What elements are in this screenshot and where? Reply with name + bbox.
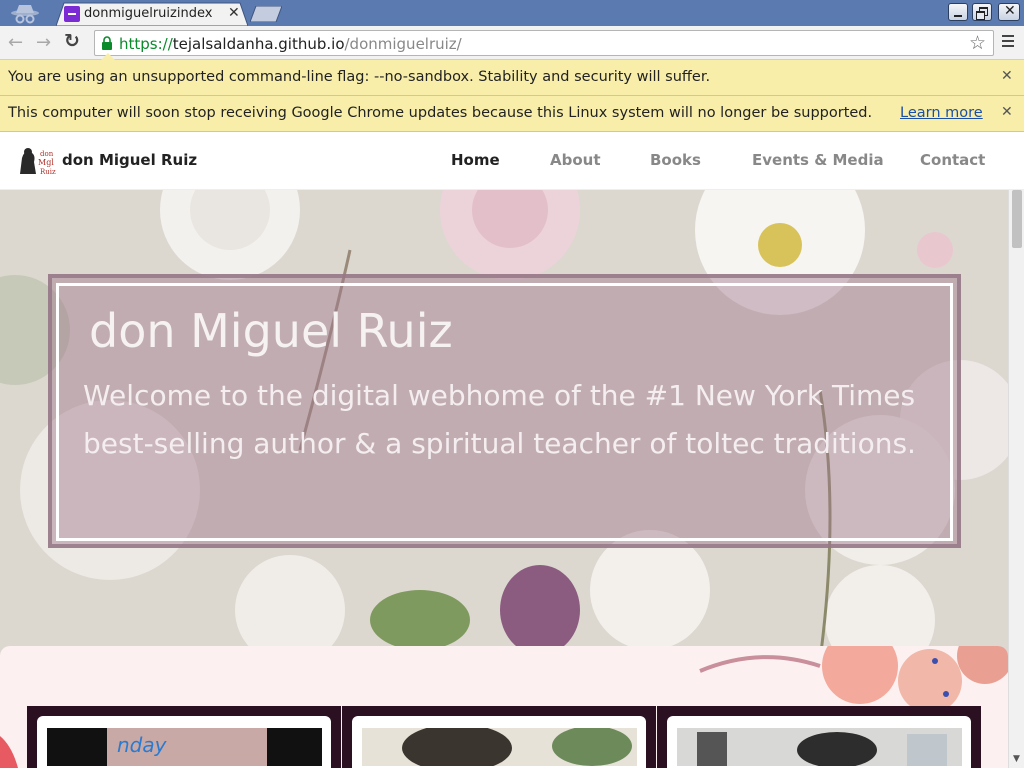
- browser-tab[interactable]: donmiguelruizindex ✕: [56, 2, 248, 26]
- forward-icon[interactable]: →: [36, 32, 51, 53]
- browser-toolbar: ← → ↻ https://tejalsaldanha.github.io/do…: [0, 26, 1024, 60]
- star-icon[interactable]: ☆: [969, 32, 986, 54]
- infobar-close-icon[interactable]: ✕: [1001, 68, 1013, 84]
- new-tab-button[interactable]: [250, 6, 282, 22]
- url-host: tejalsaldanha.github.io: [172, 35, 345, 53]
- nav-events-media[interactable]: Events & Media: [752, 151, 884, 169]
- svg-text:Mgl: Mgl: [38, 158, 54, 167]
- reload-icon[interactable]: ↻: [64, 30, 80, 52]
- card-image: nday: [47, 728, 322, 766]
- scroll-down-icon[interactable]: ▼: [1013, 754, 1020, 764]
- tab-close-icon[interactable]: ✕: [228, 5, 240, 21]
- url-path: /donmiguelruiz/: [344, 35, 462, 53]
- site-brand[interactable]: don Miguel Ruiz: [62, 151, 197, 169]
- incognito-icon: [11, 5, 39, 24]
- close-icon: ✕: [1004, 3, 1016, 19]
- feature-card[interactable]: [342, 706, 656, 768]
- url-text: https://tejalsaldanha.github.io/donmigue…: [119, 35, 462, 53]
- svg-text:Ruiz: Ruiz: [40, 168, 56, 176]
- card-image: [677, 728, 962, 766]
- address-bar[interactable]: https://tejalsaldanha.github.io/donmigue…: [94, 30, 994, 56]
- feature-card[interactable]: [657, 706, 981, 768]
- update-warning-infobar: This computer will soon stop receiving G…: [0, 96, 1024, 132]
- infobar-arrow: [100, 53, 116, 61]
- svg-text:don: don: [40, 150, 54, 158]
- nav-books[interactable]: Books: [650, 151, 701, 169]
- card-body: [667, 716, 971, 768]
- close-window-button[interactable]: ✕: [998, 3, 1020, 21]
- nav-contact[interactable]: Contact: [920, 151, 985, 169]
- card-image: [362, 728, 637, 766]
- infobar-text: You are using an unsupported command-lin…: [8, 69, 711, 85]
- hero-banner: don Miguel Ruiz Welcome to the digital w…: [48, 274, 961, 548]
- page-scrollbar[interactable]: ▼: [1008, 190, 1024, 768]
- hero-section: don Miguel Ruiz Welcome to the digital w…: [0, 190, 1008, 660]
- infobar-close-icon[interactable]: ✕: [1001, 104, 1013, 120]
- hero-title: don Miguel Ruiz: [89, 304, 453, 358]
- site-navbar: don Mgl Ruiz don Miguel Ruiz Home About …: [0, 132, 1024, 190]
- feature-card[interactable]: nday: [27, 706, 341, 768]
- featured-cards-section: nday: [0, 646, 1008, 768]
- menu-icon[interactable]: [1002, 35, 1014, 49]
- hero-subtitle: Welcome to the digital webhome of the #1…: [83, 379, 916, 460]
- svg-text:nday: nday: [117, 733, 168, 757]
- nav-home[interactable]: Home: [451, 151, 500, 169]
- browser-titlebar: donmiguelruizindex ✕ ✕: [0, 0, 1024, 26]
- card-body: [352, 716, 646, 768]
- favicon-icon: [64, 6, 80, 22]
- hero-inner-frame: don Miguel Ruiz Welcome to the digital w…: [56, 283, 953, 541]
- learn-more-link[interactable]: Learn more: [900, 105, 983, 121]
- minimize-button[interactable]: [948, 3, 968, 21]
- logo-icon[interactable]: don Mgl Ruiz: [16, 146, 56, 176]
- back-icon[interactable]: ←: [8, 32, 23, 53]
- maximize-button[interactable]: [972, 3, 992, 21]
- tab-title: donmiguelruizindex: [84, 6, 213, 21]
- sandbox-warning-infobar: You are using an unsupported command-lin…: [0, 60, 1024, 96]
- infobar-text: This computer will soon stop receiving G…: [8, 105, 873, 121]
- scrollbar-thumb[interactable]: [1012, 190, 1022, 248]
- lock-icon: [102, 36, 112, 50]
- card-body: nday: [37, 716, 331, 768]
- url-scheme: https://: [119, 35, 173, 53]
- nav-about[interactable]: About: [550, 151, 601, 169]
